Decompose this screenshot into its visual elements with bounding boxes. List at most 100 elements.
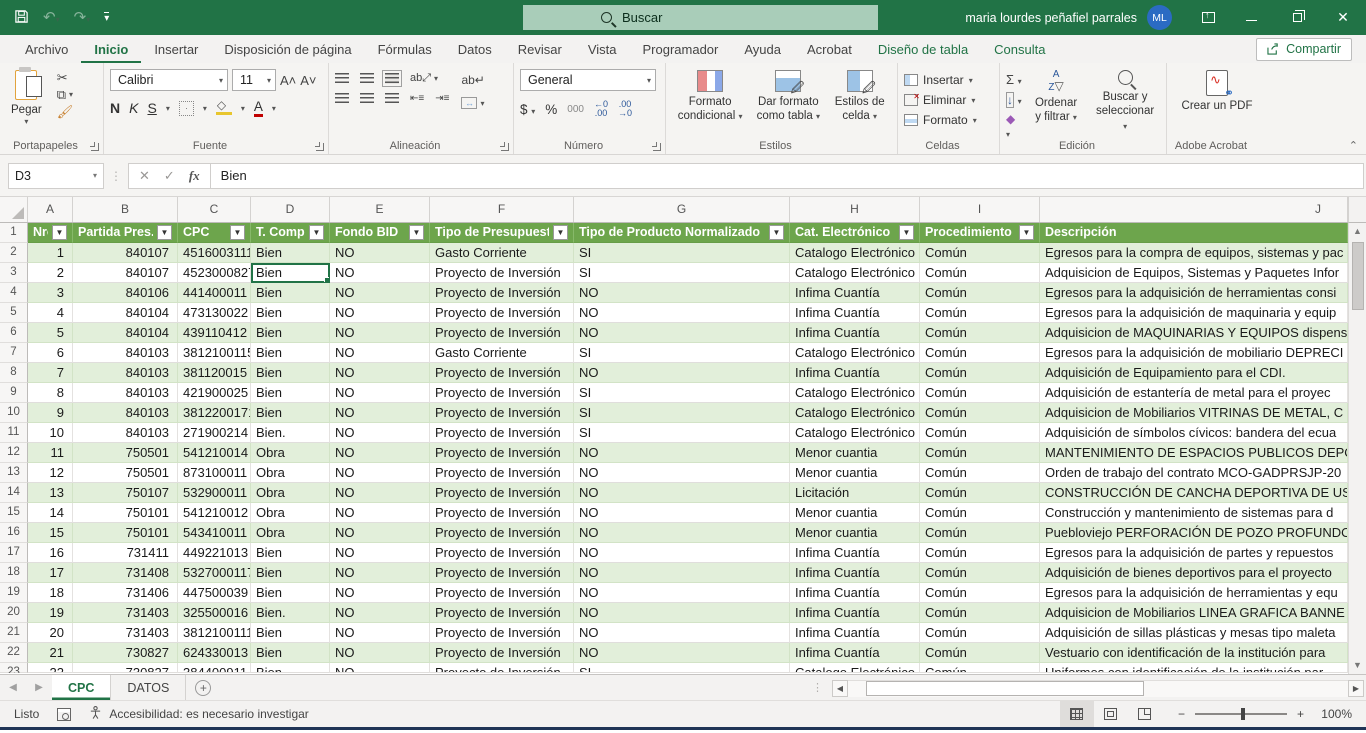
cell[interactable]: Proyecto de Inversión <box>430 603 574 623</box>
cell[interactable]: 5327000117 <box>178 563 251 583</box>
cell[interactable]: 840103 <box>73 403 178 423</box>
conditional-formatting-button[interactable]: Formato condicional ▾ <box>672 67 748 127</box>
cell[interactable]: Proyecto de Inversión <box>430 543 574 563</box>
copy-icon[interactable]: ⧉▾ <box>57 88 74 101</box>
cell[interactable]: NO <box>330 423 430 443</box>
cell[interactable]: Adquisicion de Equipos, Sistemas y Paque… <box>1040 263 1348 283</box>
cell[interactable]: NO <box>330 563 430 583</box>
zoom-out-icon[interactable]: − <box>1178 707 1185 721</box>
cell[interactable]: Bien <box>251 543 330 563</box>
cell[interactable]: SI <box>574 343 790 363</box>
cell[interactable]: Uniformes con identificación de la insti… <box>1040 663 1348 673</box>
cell[interactable]: Común <box>920 623 1040 643</box>
column-header-E[interactable]: E <box>330 197 430 222</box>
cell[interactable]: Bien <box>251 343 330 363</box>
select-all-corner[interactable] <box>0 197 28 222</box>
cell[interactable]: Común <box>920 503 1040 523</box>
active-cell[interactable]: Bien <box>251 263 330 283</box>
cell[interactable]: Catalogo Electrónico <box>790 403 920 423</box>
cell[interactable]: 421900025 <box>178 383 251 403</box>
create-pdf-button[interactable]: Crear un PDF <box>1177 67 1258 116</box>
cell[interactable]: Común <box>920 663 1040 673</box>
row-header-23[interactable]: 23 <box>0 663 28 673</box>
cell[interactable]: NO <box>330 603 430 623</box>
cell[interactable]: Infima Cuantía <box>790 563 920 583</box>
cell[interactable]: NO <box>574 323 790 343</box>
cell[interactable]: 730827 <box>73 643 178 663</box>
cell[interactable]: Proyecto de Inversión <box>430 563 574 583</box>
cell[interactable]: NO <box>574 563 790 583</box>
cell[interactable]: Común <box>920 343 1040 363</box>
cell[interactable]: 6 <box>28 343 73 363</box>
cell[interactable]: 271900214 <box>178 423 251 443</box>
filter-dropdown-icon[interactable]: ▼ <box>553 225 568 240</box>
row-header-21[interactable]: 21 <box>0 623 28 643</box>
cell[interactable]: SI <box>574 383 790 403</box>
cell[interactable]: NO <box>330 383 430 403</box>
row-header-20[interactable]: 20 <box>0 603 28 623</box>
cell[interactable]: Común <box>920 463 1040 483</box>
cell[interactable]: NO <box>330 543 430 563</box>
cell[interactable]: 541210014 <box>178 443 251 463</box>
cell[interactable]: Proyecto de Inversión <box>430 383 574 403</box>
page-break-view-icon[interactable] <box>1128 701 1162 727</box>
cell[interactable]: Gasto Corriente <box>430 243 574 263</box>
cell[interactable]: NO <box>574 543 790 563</box>
row-header-9[interactable]: 9 <box>0 383 28 403</box>
format-painter-icon[interactable]: 🖌 <box>57 105 74 118</box>
delete-cells-button[interactable]: Eliminar ▾ <box>904 93 977 107</box>
cell[interactable]: Obra <box>251 463 330 483</box>
scroll-down-icon[interactable]: ▼ <box>1353 657 1362 674</box>
row-header-3[interactable]: 3 <box>0 263 28 283</box>
cell[interactable]: NO <box>574 483 790 503</box>
cell[interactable]: Común <box>920 263 1040 283</box>
header-cell[interactable]: Descripción <box>1040 223 1348 243</box>
decrease-decimal-icon[interactable]: .00→0 <box>618 100 632 118</box>
cell[interactable]: 731403 <box>73 603 178 623</box>
cell[interactable]: SI <box>574 243 790 263</box>
cell[interactable]: 840107 <box>73 263 178 283</box>
cell[interactable]: Obra <box>251 503 330 523</box>
row-header-15[interactable]: 15 <box>0 503 28 523</box>
cell[interactable]: 19 <box>28 603 73 623</box>
cell[interactable]: 9 <box>28 403 73 423</box>
cell[interactable]: Bien. <box>251 603 330 623</box>
cell[interactable]: 4523000827 <box>178 263 251 283</box>
cell[interactable]: 10 <box>28 423 73 443</box>
alignment-dialog-launcher[interactable] <box>501 143 509 151</box>
increase-font-icon[interactable]: A˄ <box>280 74 296 87</box>
horizontal-scrollbar[interactable]: ◀ ▶ <box>832 679 1364 697</box>
cell[interactable]: Adquisicion de MAQUINARIAS Y EQUIPOS dis… <box>1040 323 1348 343</box>
cell-styles-button[interactable]: Estilos de celda ▾ <box>828 67 891 127</box>
cell[interactable]: Común <box>920 423 1040 443</box>
cell[interactable]: Común <box>920 303 1040 323</box>
header-cell[interactable]: Procedimiento▼ <box>920 223 1040 243</box>
cell[interactable]: Bien <box>251 323 330 343</box>
tab-fórmulas[interactable]: Fórmulas <box>365 37 445 63</box>
cell[interactable]: NO <box>574 363 790 383</box>
fill-icon[interactable]: ↓ ▾ <box>1006 92 1022 107</box>
cell[interactable]: Proyecto de Inversión <box>430 263 574 283</box>
cell[interactable]: Proyecto de Inversión <box>430 643 574 663</box>
row-header-22[interactable]: 22 <box>0 643 28 663</box>
align-left-icon[interactable] <box>335 93 349 104</box>
cell[interactable]: 3812200171 <box>178 403 251 423</box>
cell[interactable]: NO <box>330 483 430 503</box>
cell[interactable]: 14 <box>28 503 73 523</box>
percent-format-icon[interactable]: % <box>545 102 557 117</box>
horizontal-scroll-track[interactable] <box>848 680 1348 697</box>
cell[interactable]: NO <box>330 243 430 263</box>
ribbon-display-options-icon[interactable] <box>1188 0 1228 35</box>
cell[interactable]: Gasto Corriente <box>430 343 574 363</box>
vertical-scrollbar[interactable]: ▲ ▼ <box>1348 223 1366 674</box>
cell[interactable]: Común <box>920 323 1040 343</box>
cell[interactable]: 449221013 <box>178 543 251 563</box>
header-cell[interactable]: Fondo BID▼ <box>330 223 430 243</box>
cell[interactable]: Proyecto de Inversión <box>430 423 574 443</box>
cell[interactable]: Común <box>920 283 1040 303</box>
cell[interactable]: Proyecto de Inversión <box>430 283 574 303</box>
cell[interactable]: Bien <box>251 643 330 663</box>
header-cell[interactable]: Tipo de Producto Normalizado▼ <box>574 223 790 243</box>
tab-diseño-de-tabla[interactable]: Diseño de tabla <box>865 37 981 63</box>
cell[interactable]: NO <box>330 583 430 603</box>
